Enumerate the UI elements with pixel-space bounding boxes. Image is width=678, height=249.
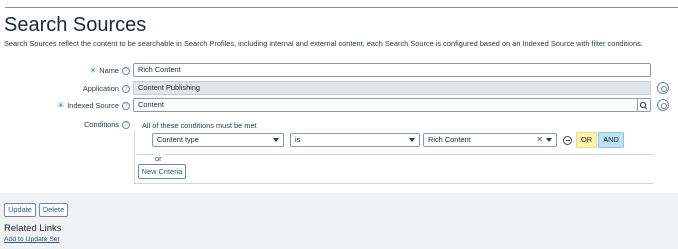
indexed-source-field[interactable]: Content xyxy=(133,98,638,112)
add-to-update-set-link[interactable]: Add to Update Set xyxy=(4,236,60,243)
lookup-button[interactable] xyxy=(638,98,651,112)
condition-value-select[interactable]: Rich Content ✕ xyxy=(423,133,557,147)
header-divider xyxy=(5,7,678,8)
help-icon[interactable]: ? xyxy=(122,121,130,130)
or-separator-label: or xyxy=(153,154,164,163)
condition-field-value: Content type xyxy=(157,135,199,144)
conditions-header: All of these conditions must be met xyxy=(142,121,257,130)
conditions-label-row: Conditions? xyxy=(60,120,130,130)
name-label-row: ✳ Name? xyxy=(60,66,130,76)
name-field[interactable]: Rich Content xyxy=(133,63,651,77)
indexed-source-label-row: ✳ Indexed Source? xyxy=(52,101,130,111)
or-button[interactable]: OR xyxy=(576,132,597,148)
footer-area xyxy=(0,193,678,249)
chevron-down-icon xyxy=(546,138,552,142)
chevron-down-icon xyxy=(409,138,415,142)
condition-field-select[interactable]: Content type xyxy=(152,133,284,147)
condition-operator-value: is xyxy=(295,135,301,144)
clear-icon[interactable]: ✕ xyxy=(536,134,543,146)
page-description: Search Sources reflect the content to be… xyxy=(4,39,643,48)
condition-value: Rich Content xyxy=(428,135,471,144)
remove-condition-icon[interactable] xyxy=(563,136,572,145)
name-label: Name xyxy=(99,66,119,75)
or-separator xyxy=(137,154,653,155)
search-icon xyxy=(639,101,648,110)
conditions-label: Conditions xyxy=(84,120,119,129)
and-button[interactable]: AND xyxy=(598,132,624,148)
update-button[interactable]: Update xyxy=(4,203,36,217)
application-label: Application xyxy=(82,84,119,93)
chevron-down-icon xyxy=(273,138,279,142)
application-field: Content Publishing xyxy=(133,81,651,95)
info-icon[interactable] xyxy=(657,99,669,111)
new-criteria-button[interactable]: New Criteria xyxy=(138,164,186,179)
page-title: Search Sources xyxy=(4,14,147,36)
help-icon[interactable]: ? xyxy=(122,102,130,111)
help-icon[interactable]: ? xyxy=(122,85,130,94)
indexed-source-label: Indexed Source xyxy=(67,101,119,110)
condition-operator-select[interactable]: is xyxy=(290,133,420,147)
mandatory-icon: ✳ xyxy=(89,66,97,75)
mandatory-icon: ✳ xyxy=(57,101,65,110)
related-links-title: Related Links xyxy=(4,223,62,234)
help-icon[interactable]: ? xyxy=(122,67,130,76)
delete-button[interactable]: Delete xyxy=(39,203,68,217)
application-label-row: Application? xyxy=(60,84,130,94)
info-icon[interactable] xyxy=(657,82,669,94)
